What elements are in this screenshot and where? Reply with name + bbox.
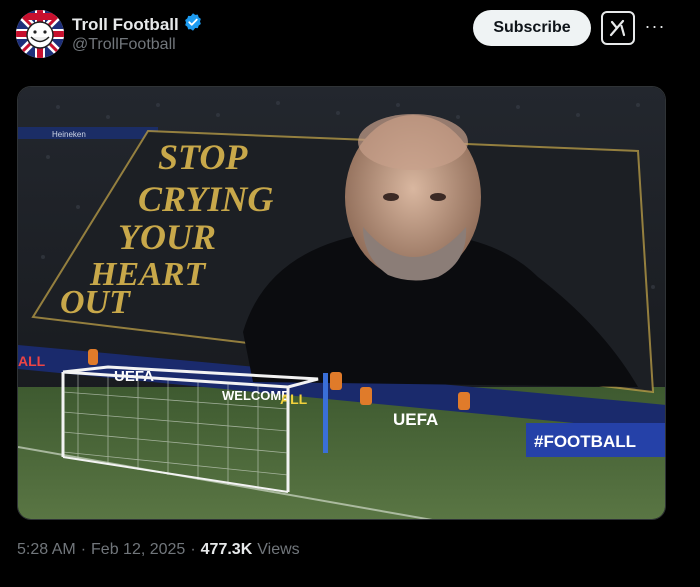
author-handle[interactable]: @TrollFootball [72,36,176,54]
grok-button[interactable] [601,11,635,45]
grok-icon [609,19,626,37]
troll-face-union-jack-avatar [16,10,64,58]
author-name-row: Troll Football [72,12,203,37]
stadium-photo: Heineken ALL UEFA WELCOME ALL UEFA #FOOT… [18,87,665,519]
avatar[interactable] [16,10,64,58]
tweet-date[interactable]: Feb 12, 2025 [91,541,185,559]
meta-separator: · [190,541,196,558]
banner-line-5: OUT [60,284,131,321]
board-left: ALL [18,353,46,369]
board-football: #FOOTBALL [534,432,636,451]
banner-line-2: CRYING [138,179,273,219]
views-label: Views [257,541,300,558]
tweet-meta: 5:28 AM · Feb 12, 2025 · 477.3K Views [17,541,300,559]
verified-badge-icon [183,12,203,37]
views-count: 477.3K [200,541,253,558]
board-sponsor: Heineken [52,130,86,139]
banner-line-1: STOP [158,137,248,177]
board-all: ALL [280,391,308,407]
board-uefa-2: UEFA [393,410,438,429]
banner-line-3: YOUR [118,217,216,257]
meta-separator: · [80,541,87,558]
more-dots-icon[interactable]: ··· [643,14,667,38]
subscribe-button[interactable]: Subscribe [473,10,591,46]
tweet-time[interactable]: 5:28 AM [17,541,76,559]
tweet-image[interactable]: Heineken ALL UEFA WELCOME ALL UEFA #FOOT… [17,86,666,520]
author-display-name[interactable]: Troll Football [72,15,179,35]
